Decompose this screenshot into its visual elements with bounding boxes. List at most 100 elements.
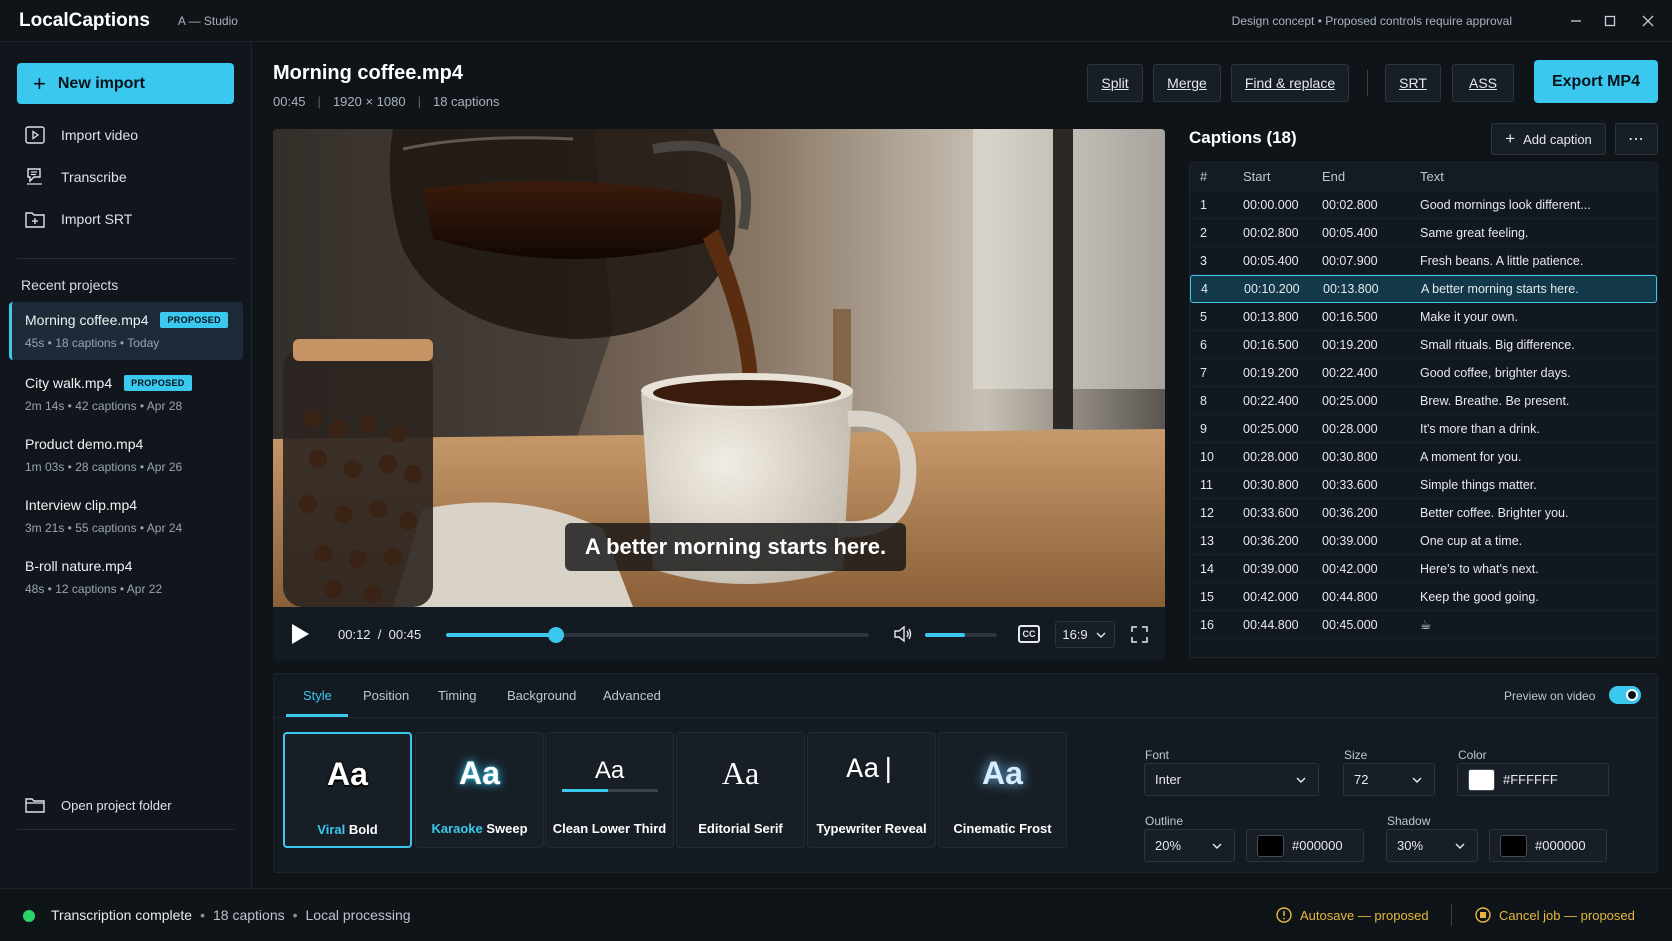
- ass-button[interactable]: ASS: [1452, 64, 1514, 102]
- seek-handle[interactable]: [547, 627, 564, 643]
- divider: [274, 717, 1659, 718]
- cc-icon[interactable]: CC: [1018, 625, 1040, 643]
- table-row-active[interactable]: 4 00:10.200 00:13.800 A better morning star…: [1190, 275, 1657, 303]
- table-row[interactable]: 11 00:30.800 00:33.600 Simple things matter…: [1190, 471, 1657, 499]
- size-select[interactable]: 72: [1343, 763, 1435, 796]
- caption-text: A better morning starts here.: [1421, 282, 1579, 296]
- project-item-city-walk[interactable]: City walk.mp4 PROPOSED 2m 14s • 42 captio…: [9, 365, 243, 423]
- project-title: Morning coffee.mp4: [25, 312, 149, 328]
- project-item-interview-clip[interactable]: Interview clip.mp4 3m 21s • 55 captions …: [9, 487, 243, 545]
- import-video-icon: [25, 126, 45, 144]
- time-display: 00:12 / 00:45: [338, 627, 421, 642]
- caption-end: 00:25.000: [1322, 393, 1378, 408]
- caption-index: 10: [1200, 449, 1214, 464]
- volume-slider[interactable]: [925, 633, 997, 637]
- table-row[interactable]: 14 00:39.000 00:42.000 Here's to what's nex…: [1190, 555, 1657, 583]
- sidebar-item-import-video[interactable]: Import video: [25, 122, 138, 148]
- color-field[interactable]: #FFFFFF: [1457, 763, 1609, 796]
- caption-end: 00:05.400: [1322, 225, 1378, 240]
- preview-toggle[interactable]: [1609, 686, 1641, 704]
- caption-text: ☕: [1420, 618, 1432, 632]
- project-title: City walk.mp4: [25, 375, 113, 391]
- column-header: #: [1200, 169, 1208, 184]
- caption-end: 00:36.200: [1322, 505, 1378, 520]
- split-button[interactable]: Split: [1087, 64, 1143, 102]
- status-captions: 18 captions: [213, 907, 285, 923]
- caption-end: 00:42.000: [1322, 561, 1378, 576]
- project-item-product-demo[interactable]: Product demo.mp4 1m 03s • 28 captions • …: [9, 426, 243, 484]
- table-row[interactable]: 2 00:02.800 00:05.400 Same great feeling.: [1190, 219, 1657, 247]
- table-row[interactable]: 16 00:44.800 00:45.000 ☕: [1190, 611, 1657, 639]
- color-swatch[interactable]: [1468, 768, 1495, 791]
- tab-style[interactable]: Style: [303, 688, 332, 716]
- table-row[interactable]: 10 00:28.000 00:30.800 A moment for you.: [1190, 443, 1657, 471]
- fullscreen-icon[interactable]: [1131, 626, 1148, 643]
- export-mp4-button[interactable]: Export MP4: [1534, 60, 1658, 103]
- play-icon[interactable]: [292, 624, 309, 644]
- preset-karaoke-sweep[interactable]: Aa Karaoke Sweep: [415, 732, 544, 848]
- table-row[interactable]: 5 00:13.800 00:16.500 Make it your own.: [1190, 303, 1657, 331]
- preset-clean-lower-third[interactable]: Aa Clean Lower Third: [545, 732, 674, 848]
- open-project-folder-button[interactable]: Open project folder: [25, 797, 172, 813]
- caption-index: 15: [1200, 589, 1214, 604]
- preset-cinematic-frost[interactable]: Aa Cinematic Frost: [938, 732, 1067, 848]
- merge-button[interactable]: Merge: [1153, 64, 1221, 102]
- divider: [1451, 904, 1452, 926]
- autosave-button[interactable]: Autosave — proposed: [1276, 907, 1429, 923]
- aspect-ratio-select[interactable]: 16:9: [1055, 621, 1115, 648]
- sidebar-item-transcribe[interactable]: Transcribe: [25, 164, 127, 190]
- project-title: B-roll nature.mp4: [25, 558, 133, 574]
- preset-viral-bold[interactable]: Aa Viral Bold: [283, 732, 412, 848]
- video-resolution: 1920 × 1080: [332, 94, 406, 109]
- seek-bar[interactable]: [446, 627, 869, 643]
- sidebar-item-label: Transcribe: [61, 169, 127, 185]
- preset-typewriter-reveal[interactable]: Aa| Typewriter Reveal: [807, 732, 936, 848]
- table-row[interactable]: 3 00:05.400 00:07.900 Fresh beans. A little…: [1190, 247, 1657, 275]
- outline-color-field[interactable]: #000000: [1246, 829, 1364, 862]
- project-item-morning-coffee[interactable]: Morning coffee.mp4 PROPOSED 45s • 18 capt…: [9, 302, 243, 360]
- video-subtitle-overlay: A better morning starts here.: [565, 523, 906, 571]
- outline-color-swatch[interactable]: [1257, 834, 1284, 857]
- shadow-color-value: #000000: [1535, 838, 1586, 853]
- table-row[interactable]: 15 00:42.000 00:44.800 Keep the good going.: [1190, 583, 1657, 611]
- caption-start: 00:13.800: [1243, 309, 1299, 324]
- table-row[interactable]: 9 00:25.000 00:28.000 It's more than a drin…: [1190, 415, 1657, 443]
- caption-start: 00:39.000: [1243, 561, 1299, 576]
- table-row[interactable]: 8 00:22.400 00:25.000 Brew. Breathe. Be pre…: [1190, 387, 1657, 415]
- add-caption-button[interactable]: + Add caption: [1491, 123, 1606, 155]
- font-select[interactable]: Inter: [1144, 763, 1319, 796]
- tab-position[interactable]: Position: [363, 688, 409, 716]
- preset-editorial-serif[interactable]: Aa Editorial Serif: [676, 732, 805, 848]
- cancel-job-button[interactable]: Cancel job — proposed: [1475, 907, 1635, 923]
- table-row[interactable]: 1 00:00.000 00:02.800 Good mornings look di…: [1190, 191, 1657, 219]
- shadow-select[interactable]: 30%: [1386, 829, 1478, 862]
- tab-timing[interactable]: Timing: [438, 688, 477, 716]
- preset-label-rest: Bold: [348, 822, 378, 837]
- srt-button[interactable]: SRT: [1385, 64, 1441, 102]
- project-item-b-roll-nature[interactable]: B-roll nature.mp4 48s • 12 captions • Ap…: [9, 548, 243, 606]
- maximize-icon[interactable]: [1592, 0, 1628, 42]
- caption-index: 14: [1200, 561, 1214, 576]
- tab-advanced[interactable]: Advanced: [603, 688, 661, 716]
- more-options-icon[interactable]: ⋯: [1615, 123, 1658, 155]
- sidebar-item-import-srt[interactable]: Import SRT: [25, 206, 132, 232]
- shadow-label: Shadow: [1387, 814, 1431, 828]
- close-icon[interactable]: [1630, 0, 1666, 42]
- tab-background[interactable]: Background: [507, 688, 576, 716]
- open-folder-label: Open project folder: [61, 797, 172, 813]
- shadow-color-swatch[interactable]: [1500, 834, 1527, 857]
- divider: [17, 829, 234, 830]
- table-row[interactable]: 12 00:33.600 00:36.200 Better coffee. Brigh…: [1190, 499, 1657, 527]
- caption-text: It's more than a drink.: [1420, 421, 1540, 436]
- table-row[interactable]: 7 00:19.200 00:22.400 Good coffee, brighter…: [1190, 359, 1657, 387]
- current-time: 00:12: [338, 627, 371, 642]
- caption-end: 00:13.800: [1323, 282, 1379, 296]
- table-row[interactable]: 6 00:16.500 00:19.200 Small rituals. Big di…: [1190, 331, 1657, 359]
- outline-select[interactable]: 20%: [1144, 829, 1235, 862]
- shadow-color-field[interactable]: #000000: [1489, 829, 1607, 862]
- minimize-icon[interactable]: [1558, 0, 1594, 42]
- new-import-button[interactable]: + New import: [17, 63, 234, 104]
- table-row[interactable]: 13 00:36.200 00:39.000 One cup at a time.: [1190, 527, 1657, 555]
- volume-icon[interactable]: [893, 624, 913, 644]
- find-replace-button[interactable]: Find & replace: [1231, 64, 1349, 102]
